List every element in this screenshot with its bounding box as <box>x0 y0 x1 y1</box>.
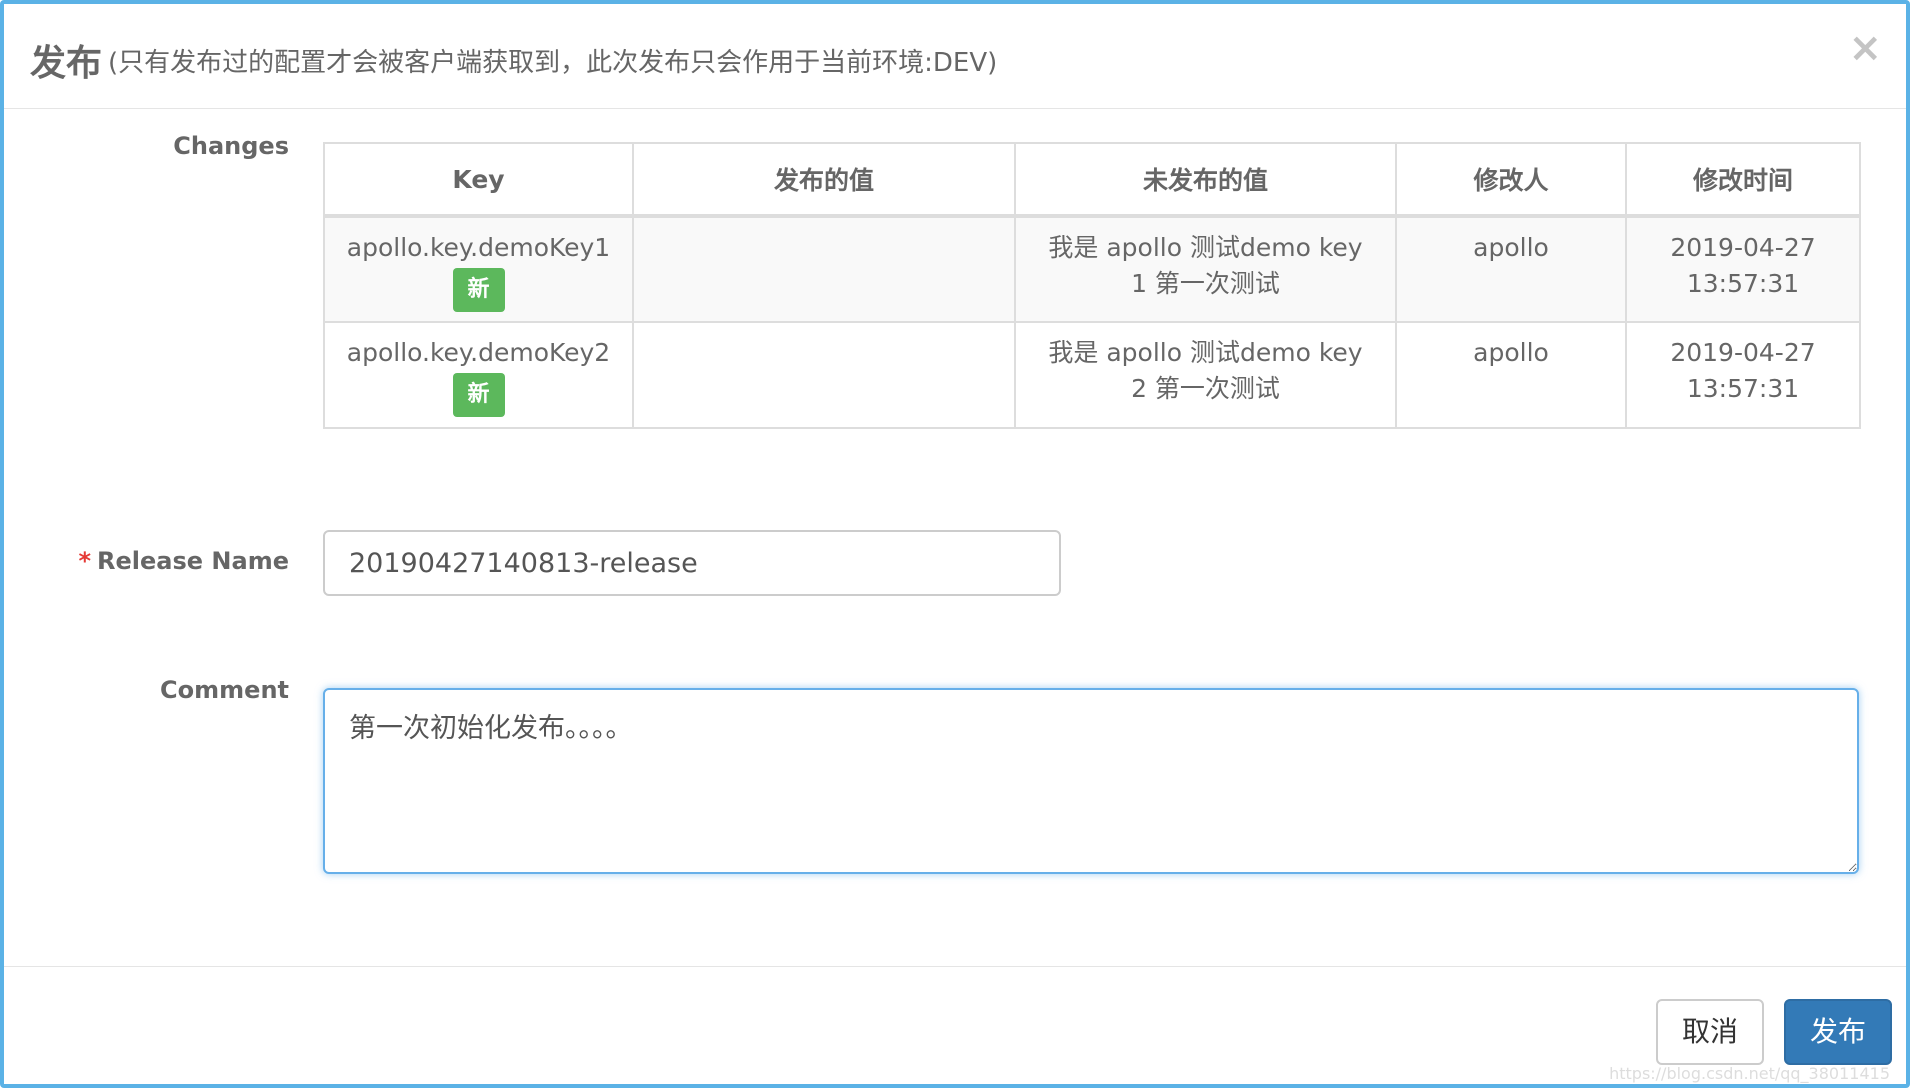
modal-subtitle: (只有发布过的配置才会被客户端获取到，此次发布只会作用于当前环境:DEV) <box>108 48 998 78</box>
release-modal: 发布 (只有发布过的配置才会被客户端获取到，此次发布只会作用于当前环境:DEV)… <box>0 0 1910 1088</box>
key-cell: apollo.key.demoKey2 新 <box>323 321 634 429</box>
changes-label: Changes <box>173 132 289 160</box>
table-row: apollo.key.demoKey1 新 我是 apollo 测试demo k… <box>323 215 1861 323</box>
table-header-row: Key 发布的值 未发布的值 修改人 修改时间 <box>323 142 1861 218</box>
new-badge: 新 <box>452 268 505 312</box>
modal-header: 发布 (只有发布过的配置才会被客户端获取到，此次发布只会作用于当前环境:DEV)… <box>4 4 1906 109</box>
changes-table: Key 发布的值 未发布的值 修改人 修改时间 apollo.key.demoK… <box>323 142 1861 429</box>
unreleased-value-text: 我是 apollo 测试demo key 1 第一次测试 <box>1048 233 1363 298</box>
release-name-input[interactable] <box>323 530 1061 596</box>
release-button[interactable]: 发布 <box>1784 999 1892 1065</box>
unreleased-value-cell: 我是 apollo 测试demo key 1 第一次测试 <box>1014 215 1397 323</box>
modal-title: 发布 <box>30 43 103 84</box>
key-text: apollo.key.demoKey1 <box>346 233 611 262</box>
table-row: apollo.key.demoKey2 新 我是 apollo 测试demo k… <box>323 321 1861 429</box>
comment-label: Comment <box>160 676 289 704</box>
new-badge: 新 <box>452 373 505 417</box>
modal-footer-divider <box>4 966 1906 967</box>
column-header-key: Key <box>323 142 634 218</box>
key-text: apollo.key.demoKey2 <box>346 338 611 367</box>
modifier-cell: apollo <box>1395 321 1627 429</box>
modified-time-text: 2019-04-27 13:57:31 <box>1670 233 1816 298</box>
column-header-modified-time: 修改时间 <box>1625 142 1861 218</box>
column-header-released-value: 发布的值 <box>632 142 1016 218</box>
comment-textarea[interactable]: 第一次初始化发布。。。。 <box>323 688 1859 874</box>
column-header-unreleased-value: 未发布的值 <box>1014 142 1397 218</box>
modified-time-cell: 2019-04-27 13:57:31 <box>1625 321 1861 429</box>
unreleased-value-cell: 我是 apollo 测试demo key 2 第一次测试 <box>1014 321 1397 429</box>
watermark: https://blog.csdn.net/qq_38011415 <box>1609 1064 1890 1083</box>
unreleased-value-text: 我是 apollo 测试demo key 2 第一次测试 <box>1048 338 1363 403</box>
modified-time-text: 2019-04-27 13:57:31 <box>1670 338 1816 403</box>
modifier-cell: apollo <box>1395 215 1627 323</box>
key-cell: apollo.key.demoKey1 新 <box>323 215 634 323</box>
cancel-button[interactable]: 取消 <box>1656 999 1764 1065</box>
column-header-modifier: 修改人 <box>1395 142 1627 218</box>
modified-time-cell: 2019-04-27 13:57:31 <box>1625 215 1861 323</box>
released-value-cell <box>632 215 1016 323</box>
released-value-cell <box>632 321 1016 429</box>
close-icon[interactable]: × <box>1848 28 1882 68</box>
release-name-label-text: Release Name <box>97 547 289 575</box>
required-mark: * <box>78 547 92 575</box>
release-name-label: * Release Name <box>4 547 289 575</box>
